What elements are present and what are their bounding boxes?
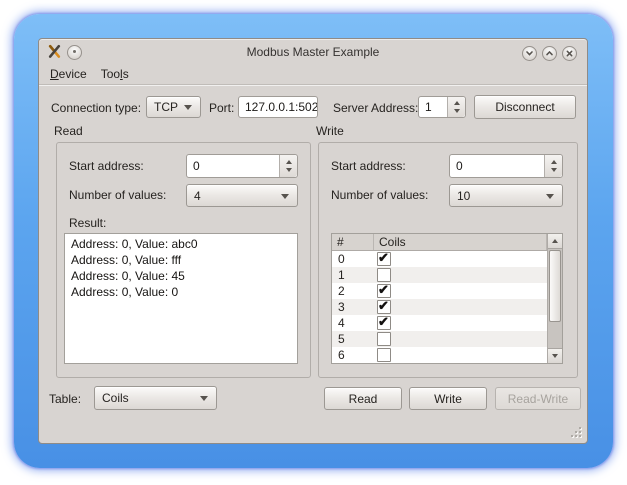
port-input[interactable] [238, 96, 318, 118]
chevron-down-icon [200, 396, 208, 401]
row-index: 0 [332, 252, 374, 266]
scrollbar-thumb[interactable] [549, 250, 561, 322]
scroll-up-icon [552, 239, 558, 243]
table-type-label: Table: [49, 388, 81, 410]
result-label: Result: [69, 212, 106, 234]
minimize-button[interactable] [522, 46, 537, 61]
write-count-combo[interactable]: 10 [449, 184, 563, 207]
disconnect-button[interactable]: Disconnect [474, 95, 576, 119]
window-title: Modbus Master Example [39, 39, 587, 65]
spin-up-icon [286, 160, 292, 164]
write-button[interactable]: Write [409, 387, 487, 410]
menu-device[interactable]: Device [45, 64, 96, 83]
read-result-list[interactable]: Address: 0, Value: abc0Address: 0, Value… [64, 233, 298, 364]
spinner-buttons[interactable] [544, 155, 562, 177]
coil-checkbox[interactable] [377, 332, 391, 346]
coil-checkbox[interactable] [377, 252, 391, 266]
column-header-coils[interactable]: Coils [374, 234, 547, 250]
result-line: Address: 0, Value: 45 [71, 268, 291, 284]
menu-tools[interactable]: Tools [96, 64, 138, 83]
table-row[interactable]: 4 [332, 315, 547, 331]
table-row[interactable]: 3 [332, 299, 547, 315]
chevron-down-icon [184, 105, 192, 110]
coil-checkbox[interactable] [377, 348, 391, 362]
connection-type-combo[interactable]: TCP [146, 96, 201, 118]
read-count-label: Number of values: [69, 184, 166, 206]
coil-checkbox[interactable] [377, 268, 391, 282]
window-controls [522, 46, 577, 61]
coil-checkbox[interactable] [377, 284, 391, 298]
chevron-up-icon [544, 48, 555, 59]
write-group-title: Write [316, 124, 344, 138]
result-line: Address: 0, Value: abc0 [71, 236, 291, 252]
port-label: Port: [209, 97, 234, 119]
table-type-combo[interactable]: Coils [94, 386, 217, 410]
resize-grip[interactable] [570, 426, 583, 439]
result-line: Address: 0, Value: fff [71, 252, 291, 268]
table-row[interactable]: 6 [332, 347, 547, 363]
server-address-spinbox[interactable]: 1 [418, 96, 466, 118]
coil-checkbox[interactable] [377, 300, 391, 314]
table-scrollbar[interactable] [547, 234, 562, 363]
row-index: 4 [332, 316, 374, 330]
table-row[interactable]: 0 [332, 251, 547, 267]
titlebar[interactable]: Modbus Master Example [39, 39, 587, 65]
read-count-combo[interactable]: 4 [186, 184, 298, 207]
spin-down-icon [286, 168, 292, 172]
table-row[interactable]: 2 [332, 283, 547, 299]
write-count-label: Number of values: [331, 184, 428, 206]
spin-up-icon [454, 101, 460, 105]
close-button[interactable] [562, 46, 577, 61]
spinner-buttons[interactable] [447, 97, 465, 117]
scroll-down-icon [552, 354, 558, 358]
read-button[interactable]: Read [324, 387, 402, 410]
chevron-down-icon [546, 194, 554, 199]
coils-table-header[interactable]: # Coils [332, 234, 547, 251]
result-line: Address: 0, Value: 0 [71, 284, 291, 300]
close-icon [564, 48, 575, 59]
chevron-down-icon [524, 48, 535, 59]
chevron-down-icon [281, 194, 289, 199]
write-start-address-spinbox[interactable]: 0 [449, 154, 563, 178]
spinner-buttons[interactable] [279, 155, 297, 177]
maximize-button[interactable] [542, 46, 557, 61]
read-start-address-spinbox[interactable]: 0 [186, 154, 298, 178]
row-index: 3 [332, 300, 374, 314]
row-index: 1 [332, 268, 374, 282]
read-write-button: Read-Write [495, 387, 581, 410]
read-start-address-label: Start address: [69, 155, 144, 177]
coils-table-body[interactable]: 01234567 [332, 251, 547, 363]
column-header-index[interactable]: # [332, 234, 374, 250]
table-row[interactable]: 1 [332, 267, 547, 283]
write-start-address-label: Start address: [331, 155, 406, 177]
scroll-up-button[interactable] [548, 234, 562, 249]
row-index: 5 [332, 332, 374, 346]
menubar-separator [39, 84, 587, 86]
table-row[interactable]: 5 [332, 331, 547, 347]
spin-down-icon [551, 168, 557, 172]
row-index: 6 [332, 348, 374, 362]
connection-type-label: Connection type: [51, 97, 141, 119]
menubar: Device Tools [39, 64, 138, 83]
coils-table: # Coils 01234567 [331, 233, 563, 364]
spin-down-icon [454, 109, 460, 113]
row-index: 2 [332, 284, 374, 298]
scroll-down-button[interactable] [548, 348, 562, 363]
server-address-label: Server Address: [333, 97, 418, 119]
modbus-master-window: Modbus Master Example [38, 38, 588, 444]
desktop-stage: Modbus Master Example [0, 0, 627, 485]
coil-checkbox[interactable] [377, 316, 391, 330]
spin-up-icon [551, 160, 557, 164]
read-group-title: Read [54, 124, 83, 138]
